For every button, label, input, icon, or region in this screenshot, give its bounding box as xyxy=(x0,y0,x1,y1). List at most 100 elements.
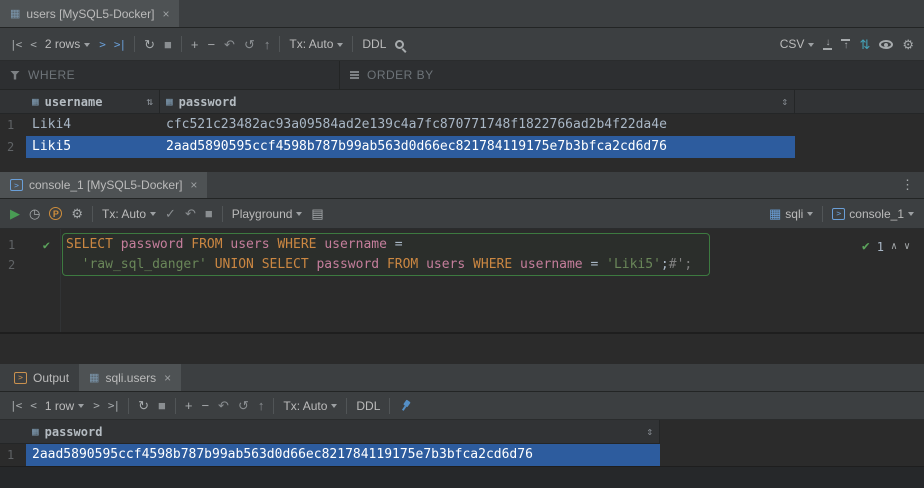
page-size-dropdown[interactable]: 1 row xyxy=(45,399,84,413)
tx-mode-label: Tx: Auto xyxy=(102,207,146,221)
separator xyxy=(352,36,353,52)
separator xyxy=(389,398,390,414)
table-row-selected[interactable]: 2 Liki5 2aad5890595ccf4598b787b99ab563d0… xyxy=(0,136,924,158)
order-by-input[interactable]: ORDER BY xyxy=(340,61,444,89)
tx-mode-dropdown[interactable]: Tx: Auto xyxy=(289,37,343,51)
history-icon[interactable]: ◷ xyxy=(29,207,40,220)
table-row-selected[interactable]: 1 2aad5890595ccf4598b787b99ab563d0d66ec8… xyxy=(0,444,924,466)
ddl-button[interactable]: DDL xyxy=(362,37,386,51)
first-page-icon[interactable]: |< xyxy=(10,400,21,411)
sort-icon[interactable]: ⇕ xyxy=(781,95,788,108)
close-icon[interactable]: × xyxy=(190,178,197,192)
cell-password[interactable]: cfc521c23482ac93a09584ad2e139c4a7fc87077… xyxy=(160,114,795,136)
refresh-icon[interactable]: ↻ xyxy=(144,38,155,51)
console-selector-label: console_1 xyxy=(849,207,904,221)
separator xyxy=(279,36,280,52)
editor-line[interactable]: 1 ✔ SELECT password FROM users WHERE use… xyxy=(0,235,924,255)
editor-line[interactable]: 2 'raw_sql_danger' UNION SELECT password… xyxy=(0,255,924,275)
cell-username[interactable]: Liki4 xyxy=(26,114,160,136)
page-size-label: 1 row xyxy=(45,399,74,413)
next-page-icon[interactable]: > xyxy=(93,400,99,411)
sql-code-line[interactable]: SELECT password FROM users WHERE usernam… xyxy=(60,235,403,255)
settings-gear-icon[interactable]: ⚙ xyxy=(71,207,83,220)
revert-icon[interactable]: ↺ xyxy=(244,38,255,51)
sort-icon[interactable]: ⇅ xyxy=(146,95,153,108)
where-filter-input[interactable]: WHERE xyxy=(0,61,340,89)
cell-username[interactable]: Liki5 xyxy=(26,136,160,158)
add-row-icon[interactable]: + xyxy=(185,399,193,412)
kebab-menu-icon[interactable]: ⋮ xyxy=(891,177,924,193)
row-number[interactable]: 2 xyxy=(0,140,26,154)
separator xyxy=(181,36,182,52)
pin-tab-icon[interactable] xyxy=(397,396,415,414)
previous-page-icon[interactable]: < xyxy=(30,400,36,411)
upload-icon[interactable]: ↑ xyxy=(841,39,850,50)
playground-dropdown[interactable]: Playground xyxy=(232,207,303,221)
close-icon[interactable]: × xyxy=(164,371,171,385)
sort-lines-icon xyxy=(350,71,359,73)
export-format-dropdown[interactable]: CSV xyxy=(780,37,815,51)
page-size-label: 2 rows xyxy=(45,37,80,51)
view-options-icon[interactable] xyxy=(879,40,893,49)
column-icon: ▦ xyxy=(32,95,39,108)
profiler-icon[interactable]: P xyxy=(49,207,62,220)
chevron-down-icon xyxy=(808,43,814,47)
chevron-down-icon[interactable]: ∨ xyxy=(904,241,910,252)
tab-result-grid[interactable]: ▦ sqli.users × xyxy=(79,364,181,391)
page-size-dropdown[interactable]: 2 rows xyxy=(45,37,90,51)
sql-editor[interactable]: 1 ✔ SELECT password FROM users WHERE use… xyxy=(0,229,924,333)
last-page-icon[interactable]: >| xyxy=(108,400,119,411)
tx-mode-dropdown[interactable]: Tx: Auto xyxy=(102,207,156,221)
revert-icon[interactable]: ↺ xyxy=(238,399,249,412)
inspection-widget[interactable]: ✔ 1 ∧ ∨ xyxy=(862,239,910,254)
rollback-icon[interactable]: ↶ xyxy=(185,207,196,220)
search-icon[interactable] xyxy=(395,40,404,49)
stop-icon[interactable]: ■ xyxy=(158,399,166,412)
column-header-password[interactable]: ▦ password ⇕ xyxy=(160,90,795,113)
add-row-icon[interactable]: + xyxy=(191,38,199,51)
column-header-password[interactable]: ▦ password ⇕ xyxy=(26,420,660,443)
stop-icon[interactable]: ■ xyxy=(164,38,172,51)
row-number[interactable]: 1 xyxy=(0,118,26,132)
results-tabbar: > Output ▦ sqli.users × xyxy=(0,364,924,392)
delete-row-icon[interactable]: − xyxy=(201,399,209,412)
tab-console[interactable]: > console_1 [MySQL5-Docker] × xyxy=(0,172,207,198)
stop-icon[interactable]: ■ xyxy=(205,207,213,220)
grid-toolbar: |< < 2 rows > >| ↻ ■ + − ↶ ↺ ↑ Tx: Auto … xyxy=(0,28,924,61)
output-layout-icon[interactable]: ▤ xyxy=(311,207,323,220)
submit-icon[interactable]: ↑ xyxy=(264,38,271,51)
row-number[interactable]: 1 xyxy=(0,448,26,462)
schema-selector[interactable]: ▦ sqli xyxy=(769,207,813,221)
table-row[interactable]: 1 Liki4 cfc521c23482ac93a09584ad2e139c4a… xyxy=(0,114,924,136)
line-number: 1 xyxy=(8,235,15,255)
tx-mode-dropdown[interactable]: Tx: Auto xyxy=(283,399,337,413)
refresh-icon[interactable]: ↻ xyxy=(138,399,149,412)
ddl-button[interactable]: DDL xyxy=(356,399,380,413)
tab-output[interactable]: > Output xyxy=(4,364,79,391)
last-page-icon[interactable]: >| xyxy=(114,39,125,50)
gear-icon[interactable]: ⚙ xyxy=(902,38,914,51)
panel-splitter[interactable] xyxy=(0,333,924,364)
column-header-username[interactable]: ▦ username ⇅ xyxy=(26,90,160,113)
run-button[interactable]: ▶ xyxy=(10,207,20,220)
first-page-icon[interactable]: |< xyxy=(10,39,21,50)
close-icon[interactable]: × xyxy=(162,7,169,21)
undo-icon[interactable]: ↶ xyxy=(224,38,235,51)
previous-page-icon[interactable]: < xyxy=(30,39,36,50)
tab-users-grid[interactable]: ▦ users [MySQL5-Docker] × xyxy=(0,0,179,27)
console-selector[interactable]: > console_1 xyxy=(832,207,914,221)
data-extractor-icon[interactable]: ⇅ xyxy=(859,38,870,51)
cell-password[interactable]: 2aad5890595ccf4598b787b99ab563d0d66ec821… xyxy=(26,444,660,466)
next-page-icon[interactable]: > xyxy=(99,39,105,50)
bottom-empty-area xyxy=(0,466,924,488)
cell-password[interactable]: 2aad5890595ccf4598b787b99ab563d0d66ec821… xyxy=(160,136,795,158)
delete-row-icon[interactable]: − xyxy=(207,38,215,51)
submit-icon[interactable]: ↑ xyxy=(258,399,265,412)
sort-icon[interactable]: ⇕ xyxy=(646,425,653,438)
chevron-up-icon[interactable]: ∧ xyxy=(891,241,897,252)
download-icon[interactable]: ↓ xyxy=(823,39,832,50)
tab-label: console_1 [MySQL5-Docker] xyxy=(29,178,182,192)
undo-icon[interactable]: ↶ xyxy=(218,399,229,412)
commit-icon[interactable]: ✓ xyxy=(165,207,176,220)
sql-code-line[interactable]: 'raw_sql_danger' UNION SELECT password F… xyxy=(60,255,692,275)
